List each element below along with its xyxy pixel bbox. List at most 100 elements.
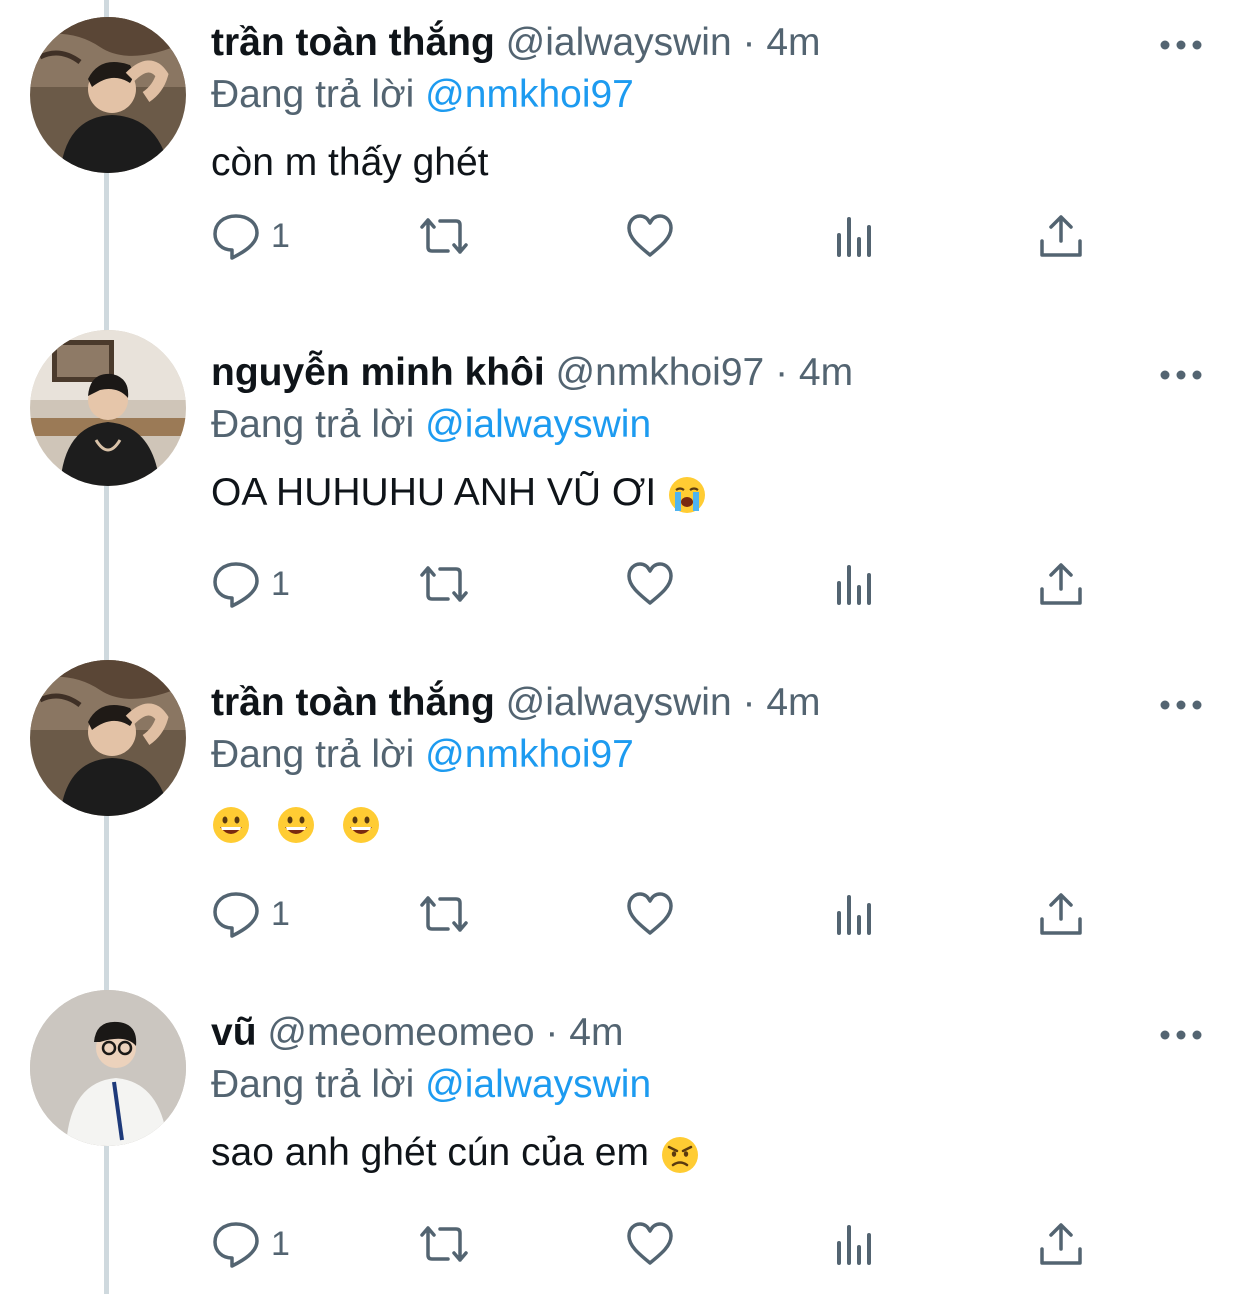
- tweet-header: trần toàn thắng @ialwayswin · 4m: [211, 20, 821, 66]
- avatar-photo-man-glasses-white-shirt: [30, 990, 186, 1146]
- grinning-face-emoji: [342, 806, 379, 843]
- more-options-button[interactable]: [1156, 360, 1206, 390]
- reply-button[interactable]: 1: [211, 884, 290, 944]
- tweet-1[interactable]: trần toàn thắng @ialwayswin · 4m Đang tr…: [0, 0, 1242, 330]
- analytics-icon: [837, 1225, 871, 1265]
- tweet-actions: 1: [211, 554, 1111, 614]
- more-dots-icon: [1160, 700, 1202, 710]
- reply-count: 1: [271, 564, 290, 603]
- reply-count: 1: [271, 216, 290, 255]
- analytics-icon: [837, 565, 871, 605]
- tweet-text-content: còn m thấy ghét: [211, 141, 489, 184]
- timestamp[interactable]: 4m: [766, 21, 820, 64]
- heart-icon: [627, 562, 673, 605]
- timestamp[interactable]: 4m: [766, 681, 820, 724]
- more-dots-icon: [1160, 370, 1202, 380]
- reply-button[interactable]: 1: [211, 206, 290, 266]
- like-button[interactable]: [625, 206, 675, 266]
- tweet-2[interactable]: nguyễn minh khôi @nmkhoi97 · 4m Đang trả…: [0, 330, 1242, 660]
- replying-to-mention[interactable]: @nmkhoi97: [425, 733, 634, 776]
- loudly-crying-face-emoji: [669, 476, 706, 513]
- replying-to-mention[interactable]: @ialwayswin: [425, 403, 651, 446]
- heart-icon: [627, 1222, 673, 1265]
- angry-face-emoji: [661, 1136, 698, 1173]
- heart-icon: [627, 214, 673, 257]
- share-icon: [1040, 893, 1082, 935]
- retweet-icon: [420, 1226, 468, 1262]
- tweet-actions: 1: [211, 206, 1111, 266]
- tweet-4[interactable]: vũ @meomeomeo · 4m Đang trả lời @ialways…: [0, 990, 1242, 1294]
- replying-to: Đang trả lời @nmkhoi97: [211, 732, 634, 778]
- tweet-text: sao anh ghét cún của em: [211, 1126, 700, 1180]
- avatar-photo-man-hand-on-head: [30, 17, 186, 173]
- display-name[interactable]: trần toàn thắng: [211, 21, 495, 64]
- tweet-header: nguyễn minh khôi @nmkhoi97 · 4m: [211, 350, 853, 396]
- more-options-button[interactable]: [1156, 30, 1206, 60]
- tweet-text: OA HUHUHU ANH VŨ ƠI: [211, 466, 707, 520]
- tweet-actions: 1: [211, 884, 1111, 944]
- user-handle[interactable]: @ialwayswin: [506, 21, 732, 64]
- replying-to-label: Đang trả lời: [211, 733, 415, 776]
- tweet-text-content: sao anh ghét cún của em: [211, 1131, 649, 1174]
- share-button[interactable]: [1036, 206, 1086, 266]
- tweet-text: [211, 796, 381, 850]
- tweet-text-content: OA HUHUHU ANH VŨ ƠI: [211, 471, 657, 514]
- share-button[interactable]: [1036, 554, 1086, 614]
- separator-dot: ·: [742, 21, 756, 64]
- user-handle[interactable]: @meomeomeo: [267, 1011, 534, 1054]
- tweet-header: vũ @meomeomeo · 4m: [211, 1010, 623, 1056]
- reply-icon: [213, 1222, 259, 1268]
- analytics-button[interactable]: [831, 884, 881, 944]
- analytics-button[interactable]: [831, 554, 881, 614]
- reply-icon: [213, 892, 259, 938]
- reply-count: 1: [271, 1224, 290, 1263]
- avatar[interactable]: [30, 660, 186, 816]
- more-dots-icon: [1160, 40, 1202, 50]
- display-name[interactable]: trần toàn thắng: [211, 681, 495, 724]
- avatar[interactable]: [30, 990, 186, 1146]
- retweet-button[interactable]: [416, 206, 472, 266]
- analytics-icon: [837, 217, 871, 257]
- replying-to-label: Đang trả lời: [211, 403, 415, 446]
- replying-to-mention[interactable]: @nmkhoi97: [425, 73, 634, 116]
- reply-icon: [213, 214, 259, 260]
- timestamp[interactable]: 4m: [569, 1011, 623, 1054]
- grinning-face-emoji: [213, 806, 249, 843]
- timestamp[interactable]: 4m: [799, 351, 853, 394]
- replying-to-mention[interactable]: @ialwayswin: [425, 1063, 651, 1106]
- analytics-button[interactable]: [831, 1214, 881, 1274]
- replying-to: Đang trả lời @ialwayswin: [211, 1062, 651, 1108]
- analytics-button[interactable]: [831, 206, 881, 266]
- reply-count: 1: [271, 894, 290, 933]
- reply-button[interactable]: 1: [211, 554, 290, 614]
- analytics-icon: [837, 895, 871, 935]
- retweet-button[interactable]: [416, 1214, 472, 1274]
- replying-to-label: Đang trả lời: [211, 1063, 415, 1106]
- tweet-3[interactable]: trần toàn thắng @ialwayswin · 4m Đang tr…: [0, 660, 1242, 990]
- like-button[interactable]: [625, 884, 675, 944]
- user-handle[interactable]: @ialwayswin: [506, 681, 732, 724]
- retweet-icon: [420, 566, 468, 602]
- user-handle[interactable]: @nmkhoi97: [556, 351, 765, 394]
- share-button[interactable]: [1036, 1214, 1086, 1274]
- display-name[interactable]: nguyễn minh khôi: [211, 351, 545, 394]
- reply-button[interactable]: 1: [211, 1214, 290, 1274]
- separator-dot: ·: [742, 681, 756, 724]
- avatar[interactable]: [30, 330, 186, 486]
- like-button[interactable]: [625, 554, 675, 614]
- retweet-button[interactable]: [416, 884, 472, 944]
- replying-to-label: Đang trả lời: [211, 73, 415, 116]
- retweet-button[interactable]: [416, 554, 472, 614]
- heart-icon: [627, 892, 673, 935]
- more-options-button[interactable]: [1156, 1020, 1206, 1050]
- share-button[interactable]: [1036, 884, 1086, 944]
- separator-dot: ·: [775, 351, 789, 394]
- reply-icon: [213, 562, 259, 608]
- avatar[interactable]: [30, 17, 186, 173]
- grinning-face-emoji: [277, 806, 314, 843]
- like-button[interactable]: [625, 1214, 675, 1274]
- share-icon: [1040, 1223, 1082, 1265]
- replying-to: Đang trả lời @ialwayswin: [211, 402, 651, 448]
- display-name[interactable]: vũ: [211, 1011, 257, 1054]
- more-options-button[interactable]: [1156, 690, 1206, 720]
